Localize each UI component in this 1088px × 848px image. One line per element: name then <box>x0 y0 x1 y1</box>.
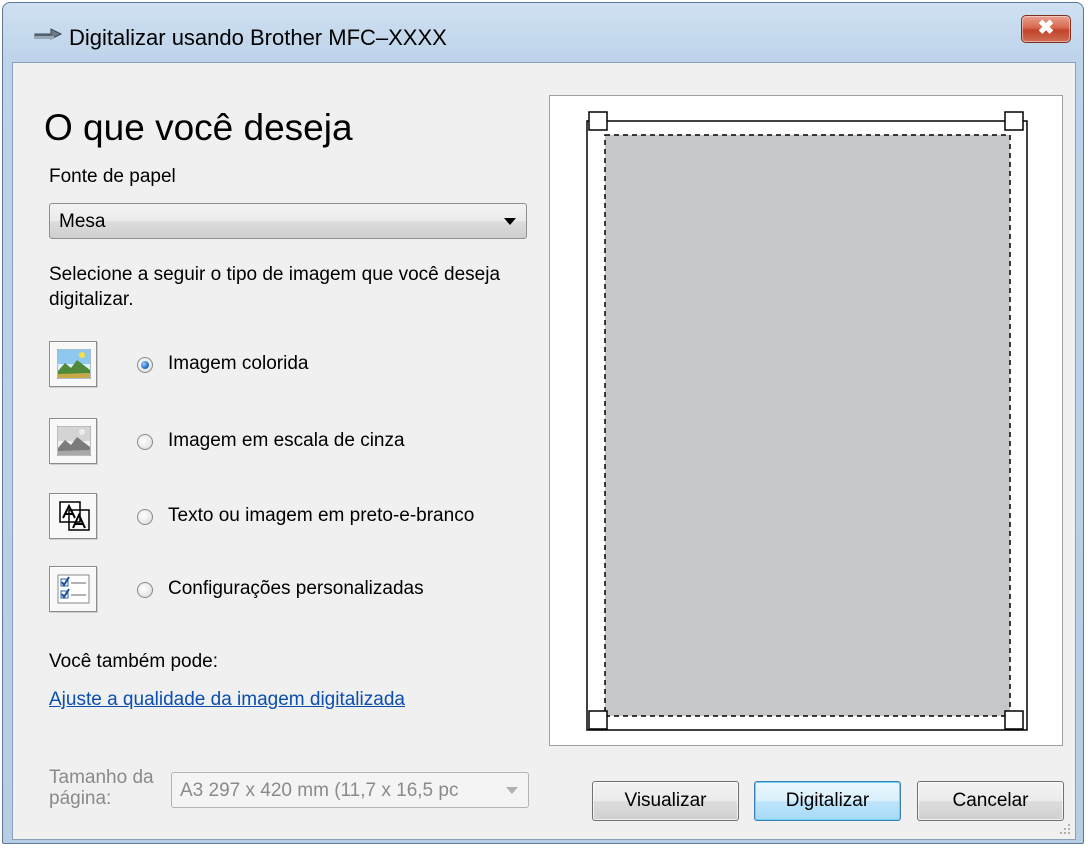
chevron-down-icon <box>504 218 516 225</box>
custom-settings-radio[interactable] <box>137 582 153 598</box>
custom-settings-option-label[interactable]: Configurações personalizadas <box>168 578 424 600</box>
scan-region-selector[interactable] <box>550 96 1062 745</box>
close-button[interactable]: ✖ <box>1021 15 1071 43</box>
custom-settings-icon[interactable] <box>49 566 97 612</box>
grayscale-photo-icon[interactable] <box>49 418 97 464</box>
color-image-option-label[interactable]: Imagem colorida <box>168 353 308 375</box>
title-bar[interactable]: Digitalizar usando Brother MFC–XXXX ✖ <box>3 3 1083 61</box>
dialog-client-area: O que você deseja Fonte de papel Mesa Se… <box>12 62 1076 840</box>
scan-button[interactable]: Digitalizar <box>754 781 901 821</box>
image-type-instructions: Selecione a seguir o tipo de imagem que … <box>49 264 501 310</box>
page-title: O que você deseja <box>44 107 353 148</box>
crop-handle-top-left[interactable] <box>588 111 608 131</box>
resize-grip-icon[interactable] <box>1057 821 1071 835</box>
crop-handle-bottom-right[interactable] <box>1004 710 1024 730</box>
paper-source-value: Mesa <box>59 211 106 232</box>
black-white-text-icon[interactable] <box>49 493 97 539</box>
scanner-icon <box>34 28 63 40</box>
paper-source-dropdown[interactable]: Mesa <box>49 203 527 239</box>
crop-handle-bottom-left[interactable] <box>588 710 608 730</box>
cancel-button[interactable]: Cancelar <box>917 781 1064 821</box>
grayscale-image-radio[interactable] <box>137 434 153 450</box>
color-image-radio[interactable] <box>137 357 153 373</box>
scan-dialog-window: Digitalizar usando Brother MFC–XXXX ✖ O … <box>2 2 1084 844</box>
also-can-label: Você também pode: <box>49 651 218 672</box>
page-size-label: Tamanho da página: <box>49 767 154 809</box>
scan-preview-area[interactable] <box>549 95 1063 746</box>
adjust-quality-link[interactable]: Ajuste a qualidade da imagem digitalizad… <box>49 689 405 711</box>
grayscale-image-option-label[interactable]: Imagem em escala de cinza <box>168 430 405 452</box>
color-photo-icon[interactable] <box>49 341 97 387</box>
chevron-down-icon <box>506 787 518 794</box>
black-white-radio[interactable] <box>137 509 153 525</box>
preview-button[interactable]: Visualizar <box>592 781 739 821</box>
page-size-dropdown[interactable]: A3 297 x 420 mm (11,7 x 16,5 pc <box>171 772 529 808</box>
window-title: Digitalizar usando Brother MFC–XXXX <box>69 25 447 50</box>
black-white-option-label[interactable]: Texto ou imagem em preto-e-branco <box>168 505 474 527</box>
paper-source-label: Fonte de papel <box>49 166 176 187</box>
page-size-value: A3 297 x 420 mm (11,7 x 16,5 pc <box>180 780 459 801</box>
crop-handle-top-right[interactable] <box>1004 111 1024 131</box>
close-icon: ✖ <box>1037 17 1055 39</box>
